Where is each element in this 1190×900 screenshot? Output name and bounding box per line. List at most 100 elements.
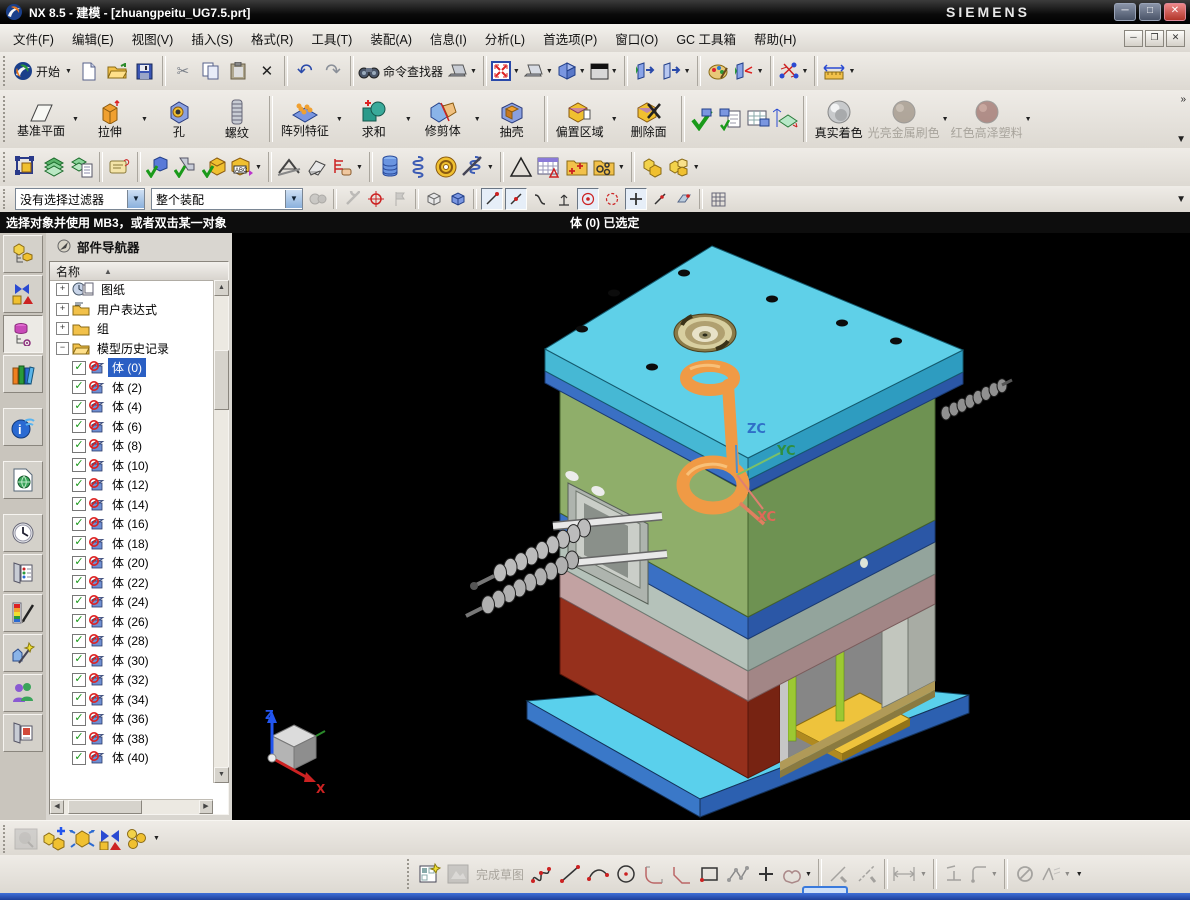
visualization-tab[interactable] <box>3 594 43 632</box>
move-component-button[interactable] <box>69 826 95 852</box>
chamfer-button[interactable] <box>669 861 695 887</box>
snap-endpoint-button[interactable] <box>481 188 503 210</box>
toolbar-handle[interactable] <box>3 55 9 87</box>
checkbox-icon[interactable]: ✓ <box>72 380 86 395</box>
menu-item-5[interactable]: 格式(R) <box>242 25 302 52</box>
checkbox-icon[interactable]: ✓ <box>72 692 86 707</box>
part-navigator-tab[interactable] <box>3 315 43 353</box>
toolbar-overflow-arrow[interactable]: ▼ <box>1176 134 1186 145</box>
checkbox-icon[interactable]: ✓ <box>72 594 86 609</box>
folder-circles-button[interactable]: ▼ <box>592 154 627 180</box>
snap-curve-button[interactable] <box>529 188 551 210</box>
dropdown-arrow-icon[interactable]: ▼ <box>285 190 302 208</box>
assembly-constraints-button[interactable] <box>97 826 123 852</box>
chevron-down-icon[interactable]: ▼ <box>405 116 412 123</box>
trim-body-button[interactable]: 修剪体 <box>414 93 472 145</box>
menu-item-3[interactable]: 视图(V) <box>123 25 183 52</box>
check-section-button[interactable] <box>772 106 799 132</box>
checkbox-icon[interactable]: ✓ <box>72 750 86 765</box>
tree-body-row[interactable]: ✓ 体 (0) <box>50 358 213 378</box>
tree-body-row[interactable]: ✓ 体 (16) <box>50 514 213 534</box>
palettes-tab[interactable] <box>3 554 43 592</box>
checkbox-icon[interactable]: ✓ <box>72 516 86 531</box>
tree-body-row[interactable]: ✓ 体 (12) <box>50 475 213 495</box>
checkbox-icon[interactable]: ✓ <box>72 614 86 629</box>
menu-item-4[interactable]: 插入(S) <box>182 25 242 52</box>
checkbox-icon[interactable]: ✓ <box>72 731 86 746</box>
tree-body-row[interactable]: ✓ 体 (34) <box>50 690 213 710</box>
command-finder-button[interactable]: 命令查找器 <box>358 58 446 84</box>
check-table-button[interactable] <box>745 106 771 132</box>
snap-point-on-curve-button[interactable] <box>649 188 671 210</box>
menu-item-6[interactable]: 工具(T) <box>302 25 361 52</box>
menu-item-8[interactable]: 信息(I) <box>421 25 476 52</box>
layer-settings-button[interactable] <box>69 154 95 180</box>
tree-body-row[interactable]: ✓ 体 (10) <box>50 456 213 476</box>
scrollbar-thumb[interactable] <box>214 350 229 410</box>
profile-button[interactable] <box>529 861 555 887</box>
tree-body-row[interactable]: ✓ 体 (8) <box>50 436 213 456</box>
circle-button[interactable] <box>613 861 639 887</box>
save-button[interactable] <box>132 58 158 84</box>
checkbox-icon[interactable]: ✓ <box>72 672 86 687</box>
grid-button[interactable] <box>707 188 729 210</box>
tree-group-expressions[interactable]: + 用户表达式 <box>50 300 213 320</box>
graphics-viewport[interactable]: ZC YC XC Z X <box>232 233 1190 820</box>
tree-group-groups[interactable]: + 组 <box>50 319 213 339</box>
constraint-navigator-tab[interactable] <box>3 275 43 313</box>
new-button[interactable] <box>76 58 102 84</box>
collapse-icon[interactable]: − <box>56 341 69 355</box>
tree-group-drawing[interactable]: + 图纸 <box>50 280 213 300</box>
expand-icon[interactable]: + <box>56 322 69 336</box>
redo-button[interactable]: ↷ <box>320 58 346 84</box>
title-bar[interactable]: NX 8.5 - 建模 - [zhuangpeitu_UG7.5.prt] SI… <box>0 0 1190 24</box>
doc-restore-button[interactable]: ❐ <box>1145 29 1164 47</box>
scroll-down-icon[interactable]: ▼ <box>214 767 229 783</box>
sort-ascending-icon[interactable]: ▲ <box>104 267 112 276</box>
snap-midpoint-button[interactable] <box>505 188 527 210</box>
tree-body-row[interactable]: ✓ 体 (36) <box>50 709 213 729</box>
roles-tab[interactable] <box>3 674 43 712</box>
snap-pole-button[interactable] <box>553 188 575 210</box>
sync-check-button[interactable] <box>689 106 715 132</box>
snap-target-button[interactable] <box>365 188 387 210</box>
extrude-button[interactable]: 拉伸 <box>81 93 139 145</box>
show-only-button[interactable] <box>632 58 658 84</box>
copy-button[interactable] <box>198 58 224 84</box>
menu-item-9[interactable]: 分析(L) <box>476 25 534 52</box>
bounding-frame-button[interactable] <box>13 154 39 180</box>
chamfer-text-button[interactable] <box>276 154 302 180</box>
dropdown-arrow-icon[interactable]: ▼ <box>127 190 144 208</box>
point-button[interactable] <box>753 861 779 887</box>
tree-body-row[interactable]: ✓ 体 (28) <box>50 631 213 651</box>
part-navigator-tree[interactable]: 名称 ▲ + 图纸 + 用户表达式 + 组 − 模型历史记录 ✓ 体 (0) ✓… <box>49 261 229 815</box>
scroll-up-icon[interactable]: ▲ <box>214 280 229 296</box>
tree-body-row[interactable]: ✓ 体 (38) <box>50 729 213 749</box>
toolbar-handle[interactable] <box>407 858 413 890</box>
paste-button[interactable] <box>226 58 252 84</box>
chevron-down-icon[interactable]: ▼ <box>611 116 618 123</box>
menu-item-11[interactable]: 窗口(O) <box>606 25 667 52</box>
tree-group-model-history[interactable]: − 模型历史记录 <box>50 339 213 359</box>
tree-body-row[interactable]: ✓ 体 (20) <box>50 553 213 573</box>
menu-item-10[interactable]: 首选项(P) <box>534 25 606 52</box>
toolbar-overflow-arrow[interactable]: ▼ <box>1076 871 1083 878</box>
checkbox-icon[interactable]: ✓ <box>72 555 86 570</box>
checkbox-icon[interactable]: ✓ <box>72 419 86 434</box>
triangle-button[interactable] <box>508 154 534 180</box>
check-clamp-button[interactable] <box>173 154 199 180</box>
tree-body-row[interactable]: ✓ 体 (18) <box>50 534 213 554</box>
checkbox-icon[interactable]: ✓ <box>72 497 86 512</box>
pattern-component-button[interactable]: ▼ <box>125 826 162 852</box>
check-note-button[interactable] <box>717 106 743 132</box>
check-block-button[interactable] <box>145 154 171 180</box>
checkbox-icon[interactable]: ✓ <box>72 575 86 590</box>
box-blue-button[interactable] <box>447 188 469 210</box>
checkbox-icon[interactable]: ✓ <box>72 653 86 668</box>
minimize-button[interactable]: ─ <box>1114 3 1136 21</box>
toolbar-handle[interactable] <box>3 151 9 183</box>
tree-body-row[interactable]: ✓ 体 (26) <box>50 612 213 632</box>
assembly-constraints-button[interactable]: ▼ <box>778 58 811 84</box>
doc-close-button[interactable]: ✕ <box>1166 29 1185 47</box>
history-tab[interactable] <box>3 514 43 552</box>
